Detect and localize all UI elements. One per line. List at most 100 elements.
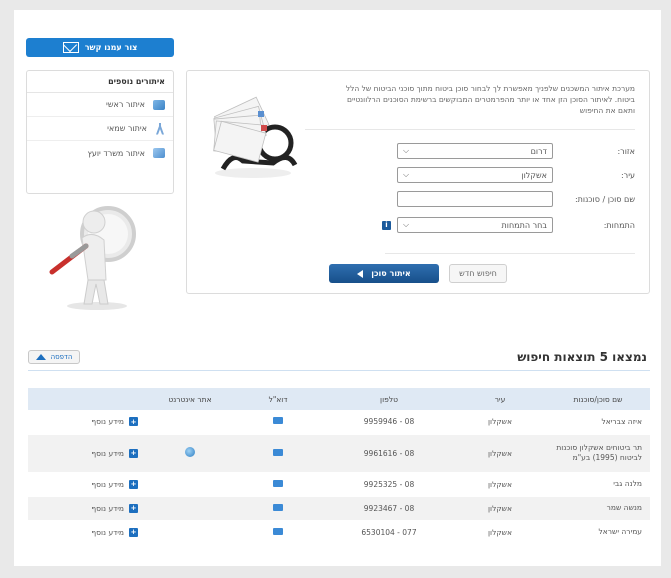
table-row: עמירה ישראל אשקלון 077 - 6530104 + מידע נ… bbox=[28, 520, 650, 545]
side-item-main-search[interactable]: איתור ראשי bbox=[27, 93, 173, 117]
more-info-link[interactable]: מידע נוסף bbox=[91, 480, 124, 489]
column-header-more bbox=[28, 388, 148, 410]
city-select[interactable]: אשקלון ⌵ bbox=[397, 167, 553, 183]
plus-icon[interactable]: + bbox=[129, 503, 138, 513]
more-info-cell: + מידע נוסף bbox=[28, 496, 148, 521]
table-row: תר ביטוחים אשקלון סוכנות לביטוח (1995) ב… bbox=[28, 434, 650, 473]
more-info-link[interactable]: מידע נוסף bbox=[91, 449, 124, 458]
print-button[interactable]: הדפסה bbox=[28, 350, 80, 364]
website-cell bbox=[148, 434, 232, 473]
phone-cell: 08 - 9923467 bbox=[324, 496, 454, 521]
city-row: עיר: אשקלון ⌵ bbox=[335, 167, 635, 183]
magnifier-figure-illustration bbox=[49, 206, 136, 310]
envelope-icon bbox=[62, 42, 79, 53]
more-info-cell: + מידע נוסף bbox=[28, 520, 148, 545]
surveyor-icon bbox=[156, 122, 164, 135]
chevron-down-icon: ⌵ bbox=[403, 170, 410, 179]
city-cell: אשקלון bbox=[454, 520, 546, 545]
email-icon[interactable] bbox=[273, 503, 283, 511]
column-header-city: עיר bbox=[454, 388, 546, 410]
side-item-label: איתור ראשי bbox=[106, 100, 145, 109]
column-header-website: אתר אינטרנט bbox=[148, 388, 232, 410]
website-cell bbox=[148, 472, 232, 497]
city-cell: אשקלון bbox=[454, 434, 546, 473]
agent-name-cell: תר ביטוחים אשקלון סוכנות לביטוח (1995) ב… bbox=[546, 434, 650, 473]
results-title: נמצאו 5 תוצאות חיפוש bbox=[517, 350, 647, 364]
column-header-email: דוא"ל bbox=[232, 388, 324, 410]
more-info-link[interactable]: מידע נוסף bbox=[91, 504, 124, 513]
website-cell bbox=[148, 496, 232, 521]
globe-icon[interactable] bbox=[185, 447, 195, 457]
contact-us-label: צור עמנו קשר bbox=[84, 43, 138, 52]
plus-icon[interactable]: + bbox=[129, 527, 138, 537]
agent-name-cell: איזה צבריאל bbox=[546, 410, 650, 435]
email-icon[interactable] bbox=[273, 448, 283, 456]
region-select-value: דרום bbox=[530, 146, 547, 156]
phone-cell: 08 - 9961616 bbox=[324, 434, 454, 473]
email-cell bbox=[232, 472, 324, 497]
info-icon[interactable]: i bbox=[382, 220, 391, 230]
city-cell: אשקלון bbox=[454, 410, 546, 435]
region-select[interactable]: דרום ⌵ bbox=[397, 143, 553, 159]
advisor-icon bbox=[153, 148, 165, 158]
phone-cell: 08 - 9959946 bbox=[324, 410, 454, 435]
chevron-down-icon: ⌵ bbox=[403, 220, 410, 229]
rolodex-illustration bbox=[213, 96, 298, 178]
email-icon[interactable] bbox=[273, 479, 283, 487]
more-searches-title: איתורים נוספים bbox=[27, 71, 173, 93]
email-icon[interactable] bbox=[273, 417, 283, 425]
email-cell bbox=[232, 434, 324, 473]
phone-cell: 08 - 9925325 bbox=[324, 472, 454, 497]
city-label: עיר: bbox=[620, 170, 635, 180]
arrow-left-icon bbox=[357, 269, 364, 278]
side-item-advisor-search[interactable]: איתור משרד יועץ bbox=[27, 141, 173, 165]
table-row: מנשה שמר אשקלון 08 - 9923467 + מידע נוסף bbox=[28, 496, 650, 521]
agent-name-row: שם סוכן / סוכנות: bbox=[335, 191, 635, 207]
more-info-link[interactable]: מידע נוסף bbox=[91, 417, 124, 426]
divider bbox=[28, 370, 650, 371]
more-info-cell: + מידע נוסף bbox=[28, 472, 148, 497]
specialty-select[interactable]: בחר התמחות ⌵ bbox=[397, 217, 553, 233]
specialty-row: התמחות: בחר התמחות ⌵ i bbox=[335, 217, 635, 233]
email-icon[interactable] bbox=[273, 527, 283, 535]
divider bbox=[385, 253, 635, 254]
print-label: הדפסה bbox=[50, 353, 73, 361]
city-cell: אשקלון bbox=[454, 496, 546, 521]
table-row: מלנה גבי אשקלון 08 - 9925325 + מידע נוסף bbox=[28, 472, 650, 497]
chevron-down-icon: ⌵ bbox=[403, 146, 410, 155]
plus-icon[interactable]: + bbox=[129, 448, 138, 458]
plus-icon[interactable]: + bbox=[129, 417, 138, 427]
city-select-value: אשקלון bbox=[521, 170, 547, 180]
printer-icon bbox=[35, 354, 46, 360]
column-header-phone: טלפון bbox=[324, 388, 454, 410]
table-header-row: שם סוכן/סוכנות עיר טלפון דוא"ל אתר אינטר… bbox=[28, 388, 650, 410]
plus-icon[interactable]: + bbox=[129, 479, 138, 489]
phone-cell: 077 - 6530104 bbox=[324, 520, 454, 545]
agent-name-cell: מלנה גבי bbox=[546, 472, 650, 497]
new-search-button[interactable]: חיפוש חדש bbox=[449, 264, 507, 283]
contact-us-button[interactable]: צור עמנו קשר bbox=[26, 38, 174, 57]
find-agent-label: איתור סוכן bbox=[371, 269, 411, 278]
email-cell bbox=[232, 410, 324, 435]
email-cell bbox=[232, 496, 324, 521]
website-cell bbox=[148, 410, 232, 435]
more-info-cell: + מידע נוסף bbox=[28, 410, 148, 435]
agent-search-panel: מערכת איתור המשכנים שלפניך מאפשרת לך לבח… bbox=[186, 70, 650, 294]
results-table: שם סוכן/סוכנות עיר טלפון דוא"ל אתר אינטר… bbox=[28, 388, 650, 545]
agent-name-cell: עמירה ישראל bbox=[546, 520, 650, 545]
page-frame: צור עמנו קשר איתורים נוספים איתור ראשי א… bbox=[14, 10, 661, 566]
agent-name-label: שם סוכן / סוכנות: bbox=[574, 194, 635, 204]
more-info-link[interactable]: מידע נוסף bbox=[91, 528, 124, 537]
more-searches-panel: איתורים נוספים איתור ראשי איתור שמאי אית… bbox=[26, 70, 174, 194]
table-row: איזה צבריאל אשקלון 08 - 9959946 + מידע נו… bbox=[28, 410, 650, 435]
website-cell bbox=[148, 520, 232, 545]
side-item-surveyor-search[interactable]: איתור שמאי bbox=[27, 117, 173, 141]
agent-name-input[interactable] bbox=[397, 191, 553, 207]
divider bbox=[305, 129, 635, 130]
column-header-name: שם סוכן/סוכנות bbox=[546, 388, 650, 410]
find-agent-button[interactable]: איתור סוכן bbox=[329, 264, 439, 283]
region-label: אזור: bbox=[617, 146, 635, 156]
region-row: אזור: דרום ⌵ bbox=[335, 143, 635, 159]
email-cell bbox=[232, 520, 324, 545]
more-info-cell: + מידע נוסף bbox=[28, 434, 148, 473]
